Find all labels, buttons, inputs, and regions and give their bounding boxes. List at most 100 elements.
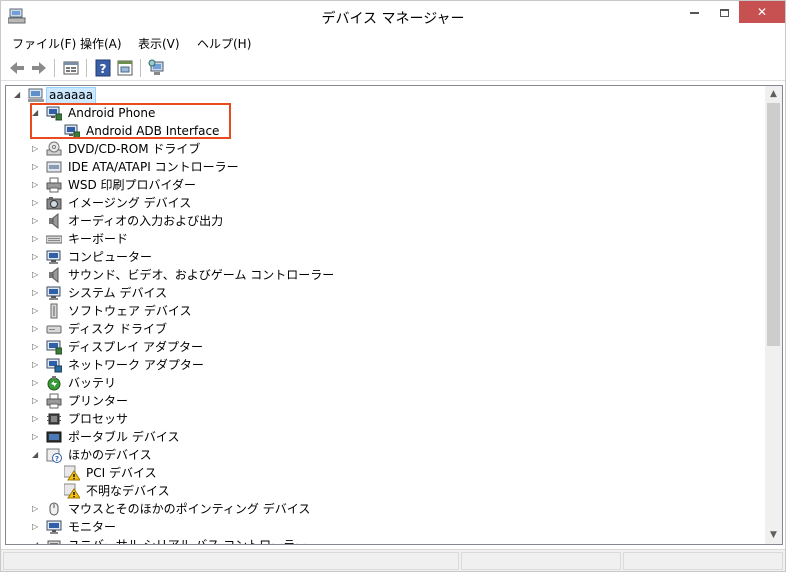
portable-device-icon (46, 431, 62, 443)
collapsed-arrow-icon[interactable]: ▷ (32, 158, 42, 176)
collapsed-arrow-icon[interactable]: ▷ (32, 356, 42, 374)
collapsed-arrow-icon[interactable]: ▷ (32, 176, 42, 194)
menu-action[interactable]: 操作(A) (80, 35, 122, 52)
maximize-icon (719, 8, 729, 17)
collapsed-arrow-icon[interactable]: ▷ (32, 518, 42, 536)
monitor-icon (46, 520, 62, 534)
collapsed-arrow-icon[interactable]: ▷ (32, 428, 42, 446)
tree-item[interactable]: ▷ プリンター (6, 392, 746, 410)
tree-item-label: ディスプレイ アダプター (68, 340, 203, 354)
tree-item[interactable]: ▷ ディスプレイ アダプター (6, 338, 746, 356)
menu-file[interactable]: ファイル(F) (12, 35, 76, 52)
collapsed-arrow-icon[interactable]: ▷ (32, 320, 42, 338)
tree-item[interactable]: PCI デバイス (6, 464, 746, 482)
tree-item[interactable]: ▷ ネットワーク アダプター (6, 356, 746, 374)
tree-item[interactable]: ▷ マウスとそのほかのポインティング デバイス (6, 500, 746, 518)
tree-item[interactable]: ▷ コンピューター (6, 248, 746, 266)
back-arrow-icon[interactable] (7, 58, 27, 78)
collapsed-arrow-icon[interactable]: ▷ (32, 338, 42, 356)
maximize-button[interactable] (709, 1, 739, 23)
tree-item-label: オーディオの入力および出力 (68, 214, 224, 228)
chevron-down-icon: ▼ (770, 530, 777, 540)
collapsed-arrow-icon[interactable]: ▷ (32, 230, 42, 248)
tree-item-label: プリンター (68, 394, 129, 408)
collapsed-arrow-icon[interactable]: ▷ (32, 194, 42, 212)
computer-icon (46, 250, 61, 264)
tree-item[interactable]: ▷ ポータブル デバイス (6, 428, 746, 446)
tree-item-label: サウンド、ビデオ、およびゲーム コントローラー (68, 268, 335, 282)
toolbar-separator (140, 59, 141, 77)
tree-item-label: ソフトウェア デバイス (68, 304, 192, 318)
tree-item-label: イメージング デバイス (68, 196, 192, 210)
printer-icon (46, 393, 62, 409)
tree-item[interactable]: ▷ オーディオの入力および出力 (6, 212, 746, 230)
menu-view[interactable]: 表示(V) (138, 35, 180, 52)
speaker-icon (49, 213, 59, 229)
toolbar-separator (86, 59, 87, 77)
tree-item[interactable]: 不明なデバイス (6, 482, 746, 500)
device-tree[interactable]: ◢ aaaaaa ◢ Android Phone Android ADB Interfa… (5, 85, 783, 545)
device-manager-window: デバイス マネージャー ✕ ファイル(F) 操作(A) 表示(V) ヘルプ(H)… (0, 0, 786, 572)
tree-item-label: コンピューター (68, 250, 153, 264)
title-bar[interactable]: デバイス マネージャー ✕ (1, 1, 785, 32)
tree-item-label: マウスとそのほかのポインティング デバイス (68, 502, 311, 516)
minimize-button[interactable] (679, 1, 709, 23)
properties-icon[interactable] (61, 58, 81, 78)
tree-item[interactable]: ▷ サウンド、ビデオ、およびゲーム コントローラー (6, 266, 746, 284)
scrollbar-thumb[interactable] (767, 103, 780, 346)
collapsed-arrow-icon[interactable]: ▷ (32, 410, 42, 428)
tree-item-label: DVD/CD-ROM ドライブ (68, 142, 201, 156)
unknown-device-icon: ? (46, 448, 62, 463)
tree-item-label: 不明なデバイス (86, 484, 170, 498)
tree-item[interactable]: ▷ バッテリ (6, 374, 746, 392)
status-cell-2 (461, 552, 621, 570)
collapsed-arrow-icon[interactable]: ▷ (32, 392, 42, 410)
mouse-icon (49, 502, 59, 516)
collapsed-arrow-icon[interactable]: ▷ (32, 500, 42, 518)
collapsed-arrow-icon[interactable]: ▷ (32, 212, 42, 230)
usb-controller-icon (47, 540, 61, 544)
collapsed-arrow-icon[interactable]: ▷ (32, 266, 42, 284)
tree-item[interactable]: ▷ システム デバイス (6, 284, 746, 302)
scroll-up-button[interactable]: ▲ (765, 86, 782, 103)
expanded-arrow-icon[interactable]: ◢ (14, 86, 24, 104)
processor-icon (47, 413, 61, 425)
collapsed-arrow-icon[interactable]: ▷ (32, 284, 42, 302)
chevron-up-icon: ▲ (770, 89, 777, 99)
forward-arrow-icon[interactable] (29, 58, 49, 78)
tree-item-label: モニター (68, 520, 117, 534)
tree-root[interactable]: ◢ aaaaaa (6, 86, 746, 104)
tree-item[interactable]: ▷ DVD/CD-ROM ドライブ (6, 140, 746, 158)
expanded-arrow-icon[interactable]: ◢ (32, 446, 42, 464)
tree-item[interactable]: ◢? ほかのデバイス (6, 446, 746, 464)
tree-item[interactable]: ▷ ソフトウェア デバイス (6, 302, 746, 320)
tree-item-label: ほかのデバイス (68, 448, 152, 462)
tree-item[interactable]: ▷ ディスク ドライブ (6, 320, 746, 338)
collapsed-arrow-icon[interactable]: ▷ (32, 248, 42, 266)
tree-item[interactable]: ▷ モニター (6, 518, 746, 536)
svg-text:?: ? (55, 455, 59, 463)
tree-item[interactable]: ▷ プロセッサ (6, 410, 746, 428)
status-bar (1, 549, 785, 571)
toolbar-separator (54, 59, 55, 77)
tree-item[interactable]: ▷ IDE ATA/ATAPI コントローラー (6, 158, 746, 176)
expanded-arrow-icon[interactable]: ◢ (32, 536, 42, 544)
collapsed-arrow-icon[interactable]: ▷ (32, 140, 42, 158)
close-button[interactable]: ✕ (739, 1, 785, 23)
tree-item[interactable]: ◢ ユニバーサル シリアル バス コントローラー (6, 536, 746, 544)
speaker-icon (49, 267, 59, 283)
tree-item[interactable]: ▷ キーボード (6, 230, 746, 248)
menu-help[interactable]: ヘルプ(H) (197, 35, 251, 52)
scan-hardware-icon[interactable] (147, 58, 167, 78)
collapsed-arrow-icon[interactable]: ▷ (32, 374, 42, 392)
tree-item[interactable]: ▷ イメージング デバイス (6, 194, 746, 212)
status-cell-3 (623, 552, 783, 570)
show-hidden-icon[interactable] (115, 58, 135, 78)
printer-icon (46, 177, 62, 193)
tree-item[interactable]: ▷ WSD 印刷プロバイダー (6, 176, 746, 194)
vertical-scrollbar[interactable]: ▲ ▼ (765, 86, 782, 544)
keyboard-icon (46, 235, 62, 244)
scroll-down-button[interactable]: ▼ (765, 527, 782, 544)
collapsed-arrow-icon[interactable]: ▷ (32, 302, 42, 320)
help-icon[interactable]: ? (93, 58, 113, 78)
